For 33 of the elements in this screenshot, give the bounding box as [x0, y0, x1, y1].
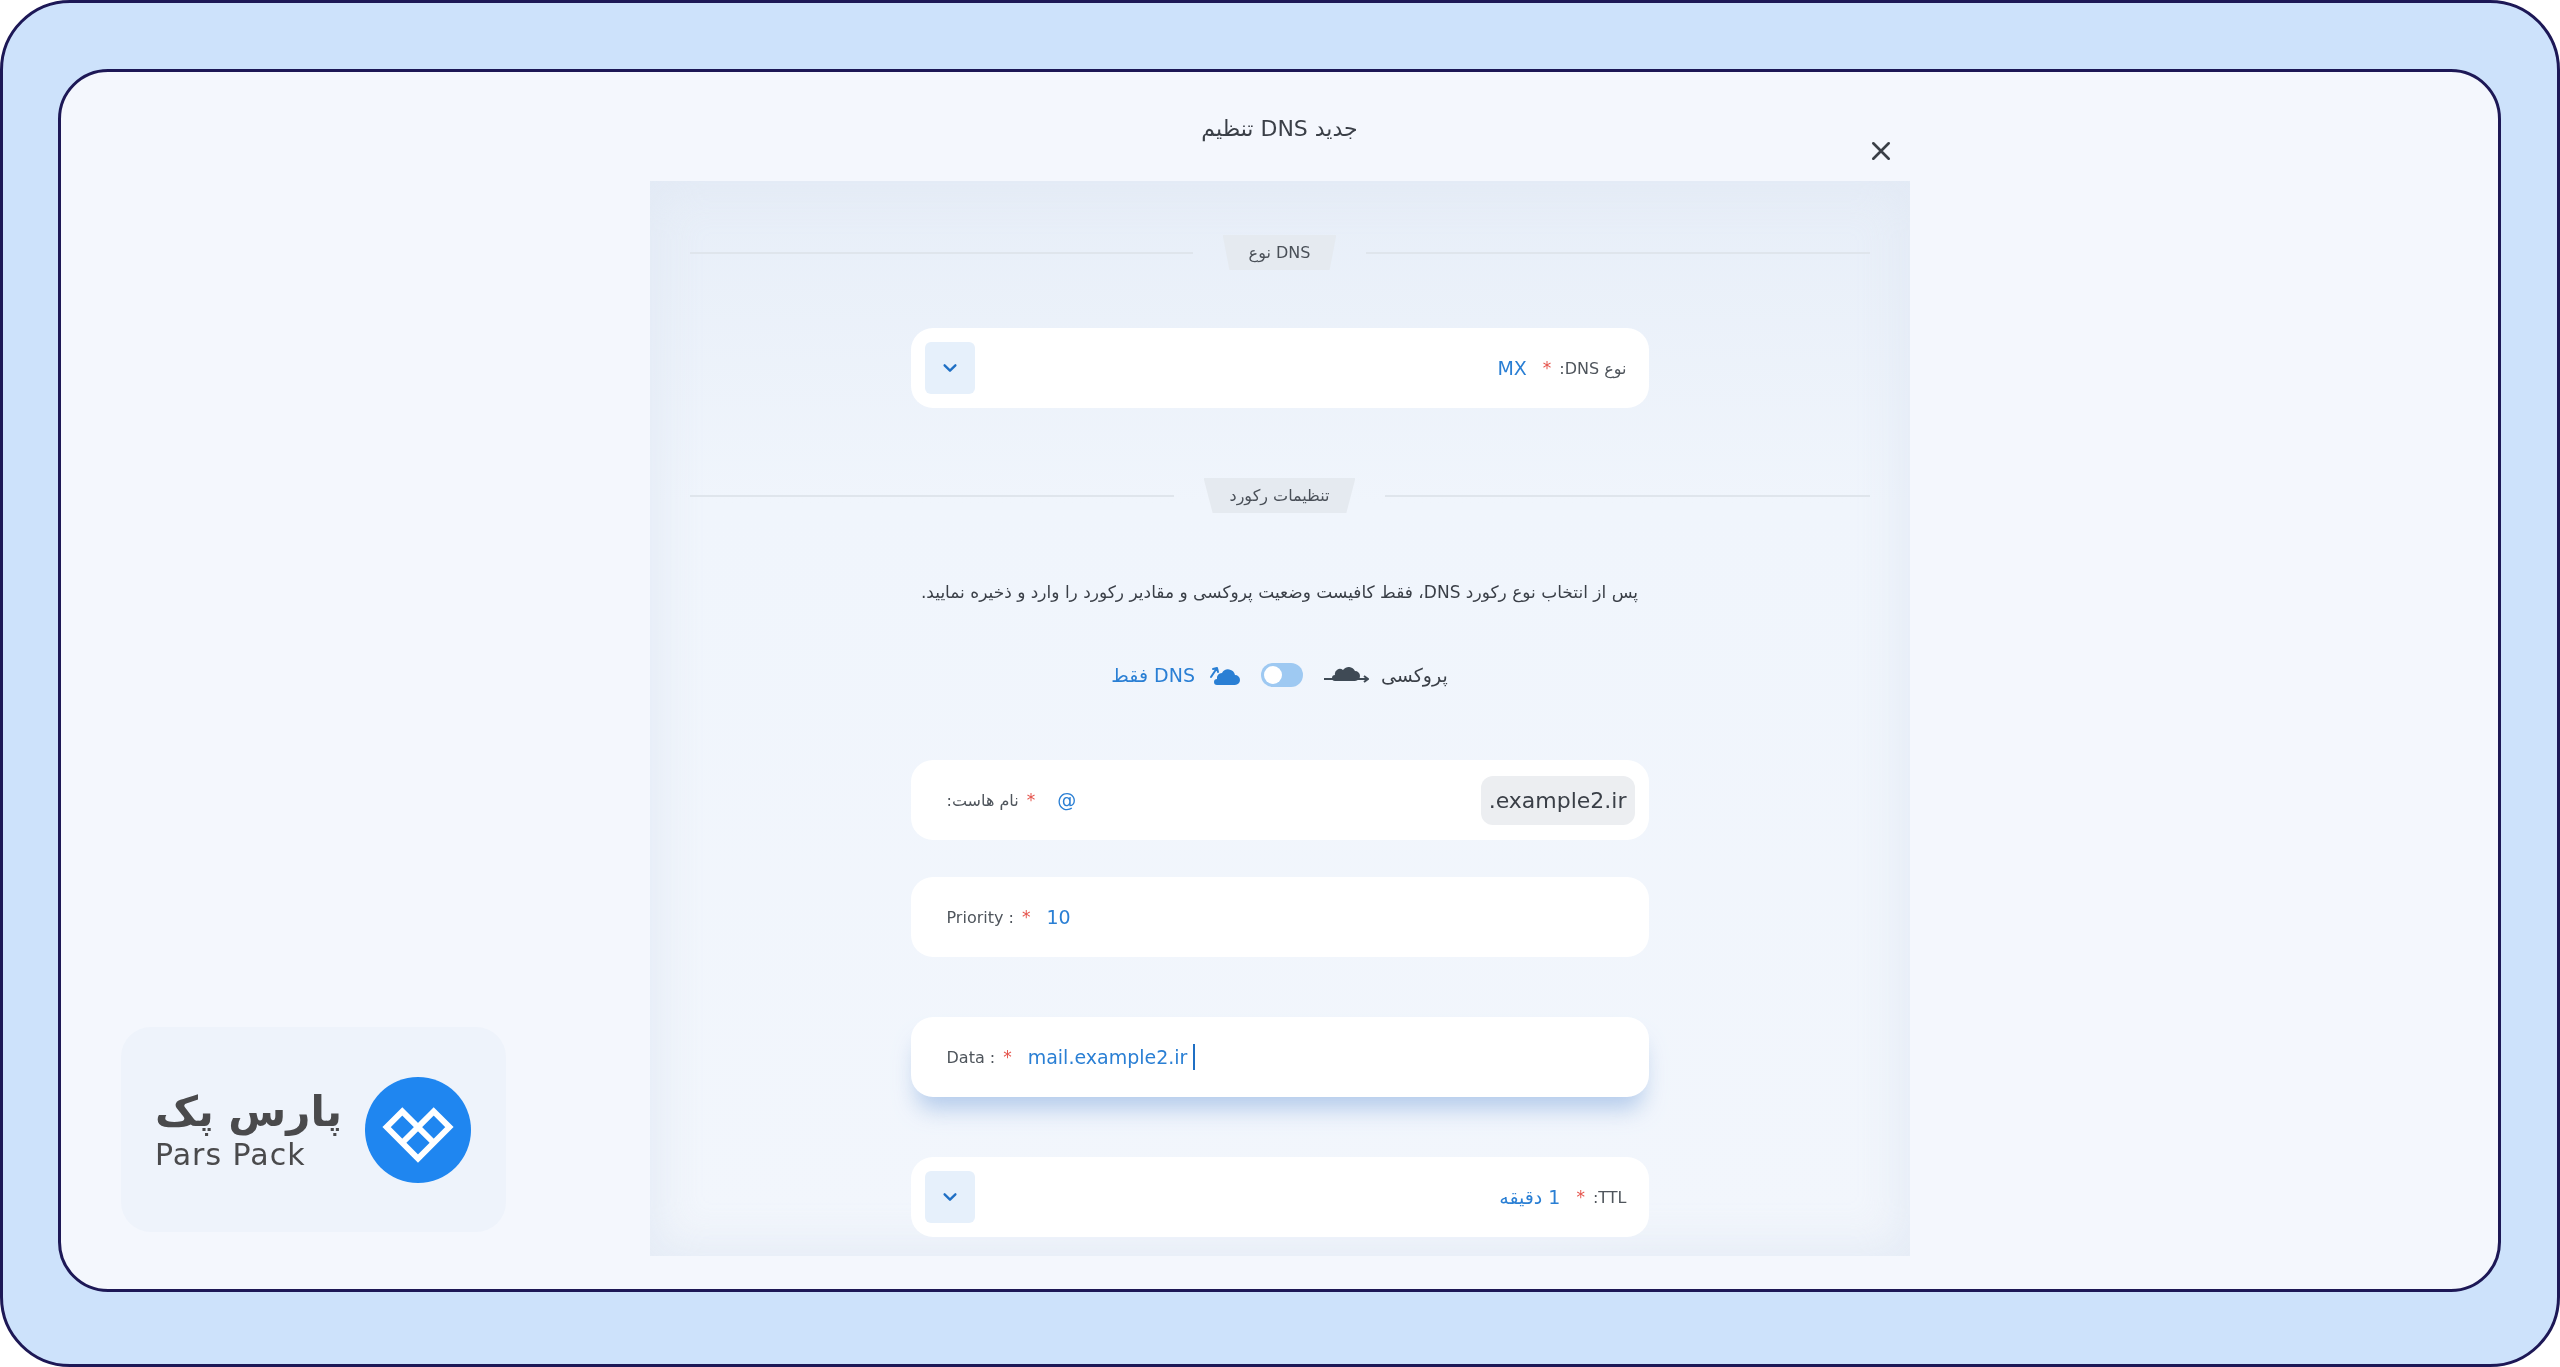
required-mark: * [1542, 358, 1552, 378]
proxy-toggle[interactable] [1260, 663, 1303, 687]
text-field[interactable]: Priority : * 10 [910, 877, 1649, 957]
required-mark: * [1021, 907, 1031, 927]
brand-name: پارس پک [154, 1087, 343, 1136]
field-label: Data : [946, 1047, 996, 1067]
cloud-arrow-icon [1322, 665, 1369, 685]
logo-icon [364, 1075, 473, 1184]
field-label: نام هاست: [946, 790, 1019, 810]
required-mark: * [1026, 790, 1036, 810]
chevron-down-icon[interactable] [924, 342, 975, 394]
close-icon[interactable] [1869, 140, 1892, 162]
chevron-down-icon[interactable] [924, 1171, 975, 1223]
text-cursor [1193, 1044, 1196, 1070]
dns-only-label: فقط DNS [1111, 664, 1195, 686]
brand-name: Pars Pack [154, 1137, 306, 1172]
text-field[interactable]: Data : * mail.example2.ir [910, 1017, 1649, 1097]
field-value: @ [1057, 789, 1077, 811]
required-mark: * [1003, 1047, 1012, 1067]
field-value: MX [1497, 357, 1527, 379]
required-mark: * [1576, 1187, 1585, 1207]
section-heading: تنظیمات رکورد [1203, 478, 1356, 513]
dialog-title: تنظیم DNS جدید [1201, 115, 1358, 141]
field-label: Priority : [946, 907, 1014, 927]
field-value: mail.example2.ir [1027, 1046, 1188, 1068]
field-value: 1 دقیقه [1499, 1186, 1561, 1208]
field-value: 10 [1046, 906, 1071, 928]
section-heading: نوع DNS [1222, 235, 1337, 270]
proxy-label: پروکسی [1380, 664, 1448, 686]
field-label: نوع DNS: [1559, 358, 1627, 378]
domain-suffix: .example2.ir [1480, 775, 1635, 825]
field-label: TTL: [1592, 1187, 1627, 1207]
description-text: پس از انتخاب نوع رکورد DNS، فقط کافیست وضعیت پروکسی و مقادیر رکورد را وارد و ذخیره نمایید. [920, 581, 1639, 604]
